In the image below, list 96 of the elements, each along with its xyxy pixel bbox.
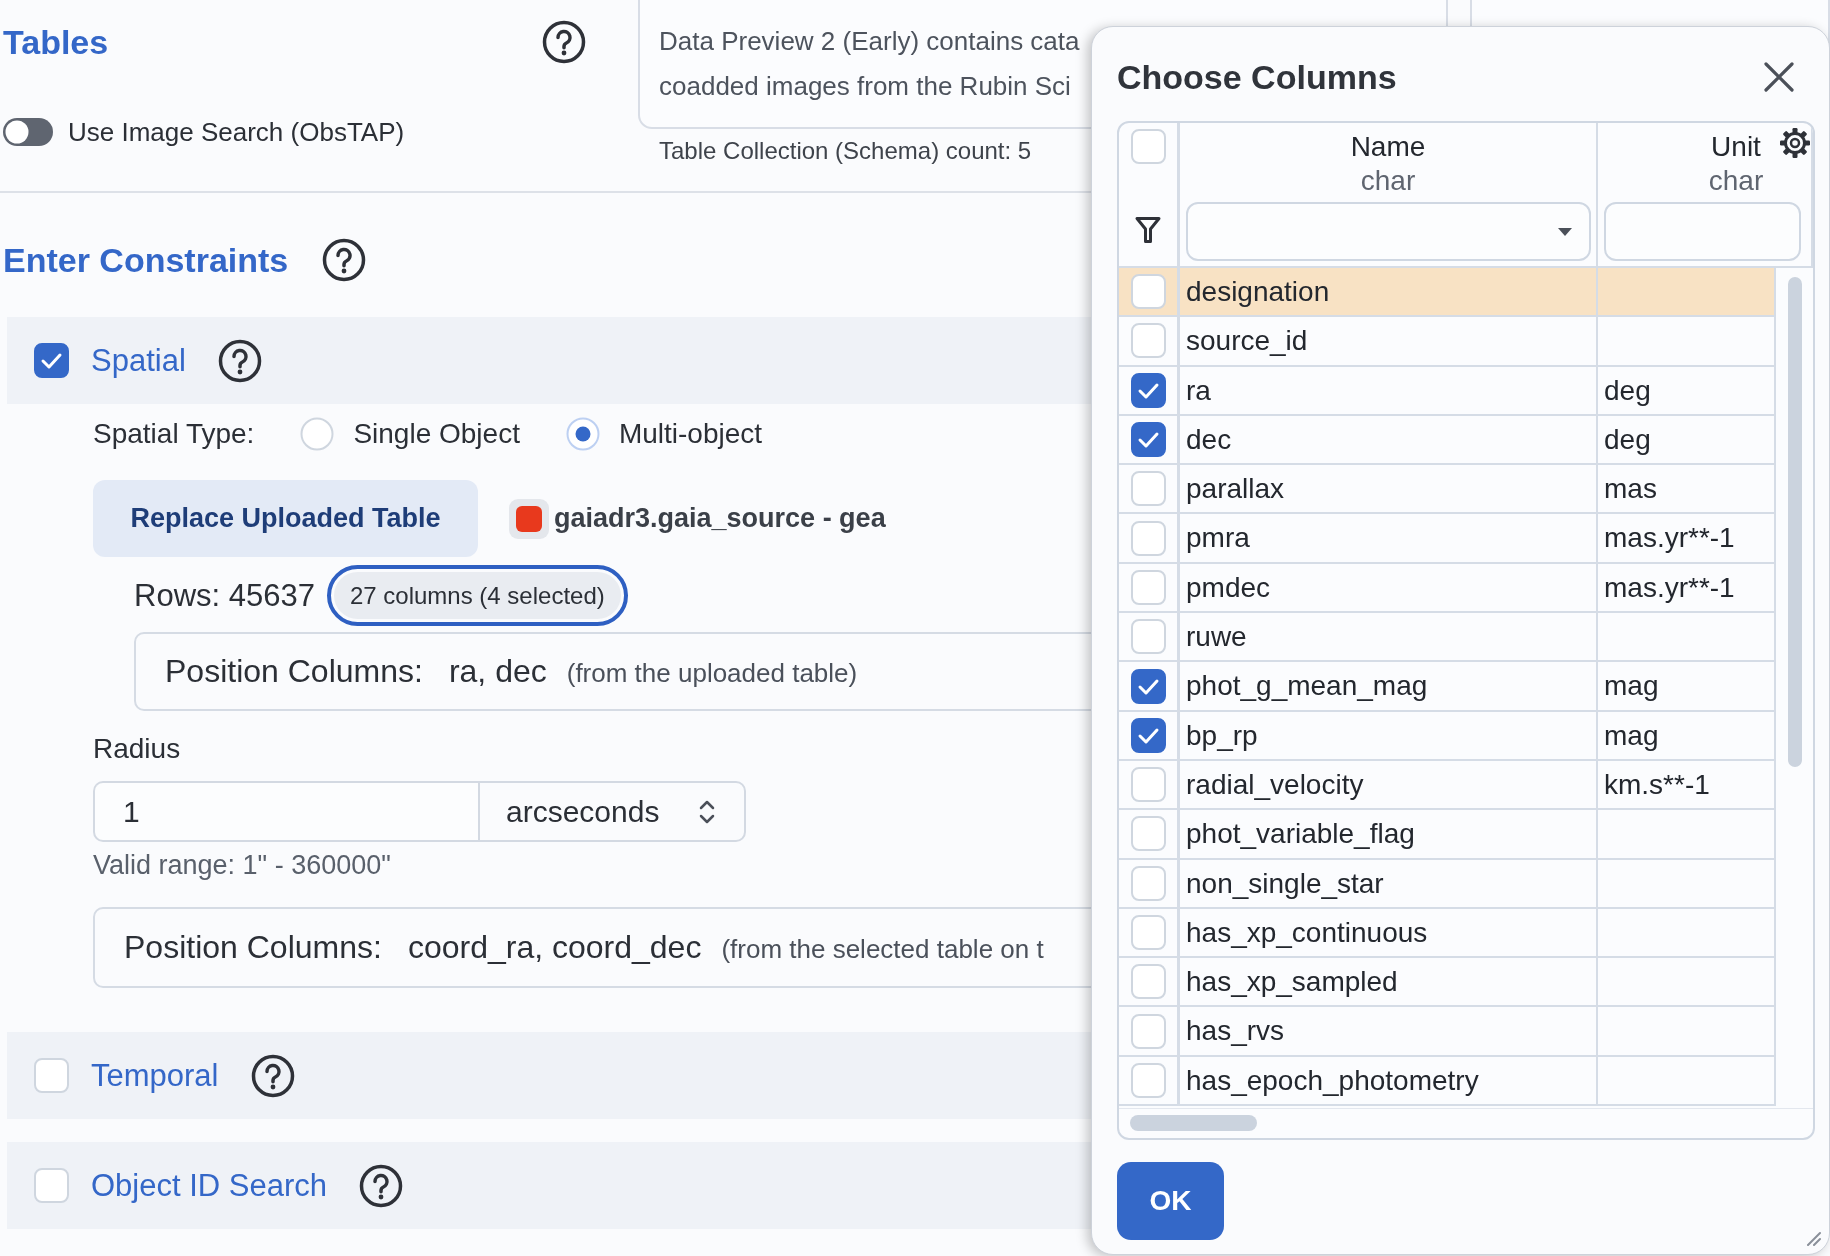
table-row[interactable]: ruwe [1119,613,1776,663]
color-swatch-icon [509,498,549,539]
section-heading: Enter Constraints [3,240,289,281]
table-cell: has_epoch_photometry [1180,1056,1598,1105]
section-title[interactable]: Spatial [91,340,186,381]
table-row[interactable]: parallax mas [1119,465,1776,515]
table-cell: has_rvs [1180,1007,1598,1055]
columns-button[interactable]: 27 columns (4 selected) [326,565,628,626]
table-cell: pmra [1180,514,1598,562]
column-type: char [1360,164,1416,198]
table-cell: pmdec [1180,563,1598,612]
table-cell: km.s**-1 [1598,760,1776,809]
column-header[interactable]: Unit [1711,130,1761,164]
section-heading: Tables [3,22,109,63]
help-icon[interactable] [250,1053,295,1098]
table-cell: mas.yr**-1 [1598,563,1776,612]
field-label: Position Columns: [124,928,382,967]
table-cell: parallax [1180,465,1598,513]
table-row[interactable]: has_xp_sampled [1119,958,1776,1008]
hint-text: Valid range: 1" - 360000" [93,849,391,882]
help-icon[interactable] [359,1163,404,1208]
table-row[interactable]: designation [1119,268,1776,318]
close-icon[interactable] [1763,61,1795,93]
table-row[interactable]: radial_velocity km.s**-1 [1119,760,1776,811]
radio-button[interactable] [300,417,335,451]
table-row[interactable]: has_rvs [1119,1007,1776,1057]
checkbox[interactable] [1130,668,1166,704]
help-icon[interactable] [322,238,367,282]
checkbox[interactable] [1130,372,1166,408]
table-cell: mas [1598,465,1776,513]
table-cell: deg [1598,415,1776,464]
table-row[interactable]: phot_variable_flag [1119,810,1776,860]
table-cell: ra [1180,366,1598,414]
table-cell: mag [1598,662,1776,710]
filter-icon[interactable] [1134,215,1162,245]
checkbox[interactable] [34,343,69,378]
table-row[interactable]: has_epoch_photometry [1119,1056,1776,1107]
unit-select[interactable]: arcseconds [478,781,746,842]
table-cell: has_xp_continuous [1180,908,1598,957]
table-row[interactable]: bp_rp mag [1119,711,1776,761]
table-row[interactable]: ra deg [1119,366,1776,416]
table-cell: non_single_star [1180,859,1598,907]
caret-icon [1557,226,1573,237]
table-cell: deg [1598,366,1776,414]
column-type: char [1708,164,1764,198]
field-note: (from the selected table on t [721,934,1044,965]
table-cell: ruwe [1180,613,1598,661]
scrollbar-thumb[interactable] [1788,277,1802,767]
table-cell: phot_variable_flag [1180,810,1598,858]
filter-field[interactable] [1186,202,1591,261]
description-text: Data Preview 2 (Early) contains cata [659,25,1080,58]
table-cell: mas.yr**-1 [1598,514,1776,562]
file-name: gaiadr3.gaia_source - gea [554,503,886,534]
table-cell: phot_g_mean_mag [1180,662,1598,710]
table-row[interactable]: has_xp_continuous [1119,908,1776,959]
field-value: coord_ra, coord_dec [407,928,702,967]
column-header[interactable]: Name [1350,130,1426,164]
help-icon[interactable] [217,338,262,383]
checkbox[interactable] [1130,717,1166,753]
table-row[interactable]: dec deg [1119,415,1776,466]
help-icon[interactable] [542,20,586,64]
settings-icon[interactable] [1779,127,1811,159]
radius-input[interactable]: 1 [93,781,478,842]
radio-label[interactable]: Multi-object [618,418,763,450]
scrollbar-thumb[interactable] [1130,1115,1257,1131]
table-cell: has_xp_sampled [1180,958,1598,1006]
field-label: Radius [93,732,181,766]
count-text: Table Collection (Schema) count: 5 [659,136,1032,166]
description-text: coadded images from the Rubin Sci [659,70,1071,103]
table-cell: radial_velocity [1180,760,1598,809]
upload-button[interactable]: Replace Uploaded Table [93,480,478,557]
table-row[interactable]: non_single_star [1119,859,1776,909]
ok-button[interactable]: OK [1117,1162,1224,1240]
toggle-label[interactable]: Use Image Search (ObsTAP) [68,112,405,152]
field-label: Spatial Type: [93,418,255,450]
table-cell: dec [1180,415,1598,464]
field-label: Position Columns: [165,652,423,691]
table-cell: designation [1180,268,1598,316]
radio-label[interactable]: Single Object [353,418,520,450]
radio-button[interactable] [565,417,600,451]
row-count: Rows: 45637 [134,577,315,614]
table-row[interactable]: pmra mas.yr**-1 [1119,514,1776,564]
field-value: ra, dec [448,652,547,691]
table-cell: bp_rp [1180,711,1598,759]
toggle-switch[interactable] [3,118,53,146]
field-note: (from the uploaded table) [566,658,858,689]
filter-field[interactable] [1604,202,1801,261]
checkbox[interactable] [1130,422,1166,458]
table-cell: source_id [1180,317,1598,365]
section-title[interactable]: Temporal [91,1055,219,1096]
table-row[interactable]: phot_g_mean_mag mag [1119,662,1776,712]
dialog-title: Choose Columns [1117,57,1397,97]
table-row[interactable]: source_id [1119,317,1776,367]
section-title[interactable]: Object ID Search [91,1165,328,1206]
table-cell: mag [1598,711,1776,759]
table-row[interactable]: pmdec mas.yr**-1 [1119,563,1776,614]
